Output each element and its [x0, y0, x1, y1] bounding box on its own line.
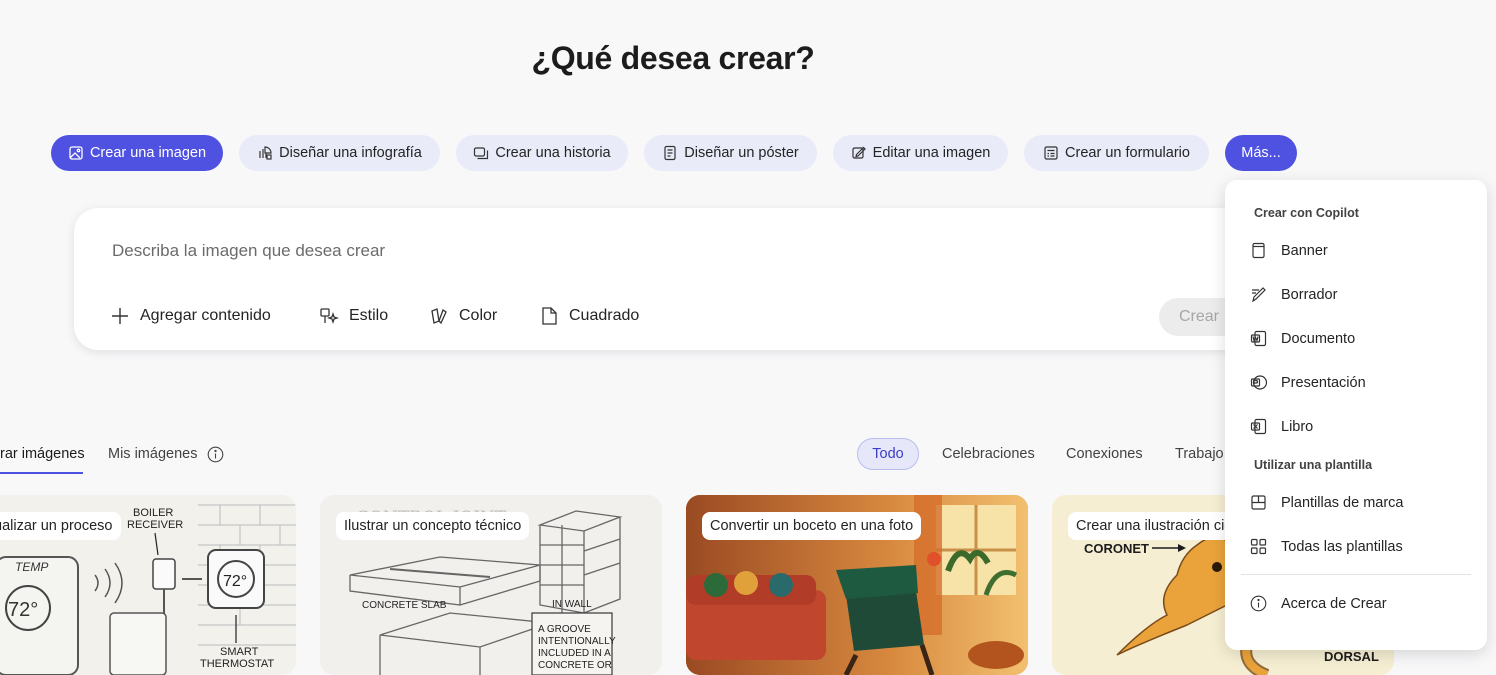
info-icon — [1250, 595, 1267, 612]
smart-text: SMART — [220, 646, 259, 658]
pill-infographic[interactable]: Diseñar una infografía — [239, 135, 440, 171]
menu-item-banner[interactable]: Banner — [1250, 242, 1328, 259]
plus-icon — [112, 308, 128, 324]
aspect-button[interactable]: Cuadrado — [539, 306, 639, 326]
tab-explore[interactable]: rar imágenes — [0, 446, 85, 462]
menu-item-workbook[interactable]: Libro — [1250, 418, 1313, 435]
pill-more[interactable]: Más... — [1225, 135, 1297, 171]
page-title: ¿Qué desea crear? — [531, 40, 815, 76]
thermostat-text: THERMOSTAT — [200, 658, 274, 670]
pill-label: Editar una imagen — [872, 145, 991, 161]
note-line-2: INTENTIONALLY — [538, 636, 616, 647]
add-content-label: Agregar contenido — [140, 307, 271, 324]
pill-edit-image[interactable]: Editar una imagen — [833, 135, 1008, 171]
menu-section-copilot: Crear con Copilot — [1254, 206, 1359, 220]
temp-text: TEMP — [15, 560, 48, 574]
card-label: Ilustrar un concepto técnico — [336, 512, 530, 540]
color-label: Color — [459, 307, 498, 324]
menu-item-label: Banner — [1281, 242, 1328, 259]
menu-item-brand-templates[interactable]: Plantillas de marca — [1250, 494, 1404, 511]
boiler-text: BOILER — [133, 507, 173, 519]
draft-icon — [1252, 287, 1266, 303]
menu-item-label: Acerca de Crear — [1281, 595, 1387, 612]
pill-label: Crear una historia — [495, 145, 611, 161]
form-icon — [1044, 146, 1058, 160]
menu-item-label: Borrador — [1281, 286, 1338, 303]
dorsal-text: DORSAL — [1324, 649, 1379, 664]
temp-value-text: 72° — [8, 599, 38, 621]
pill-label: Crear una imagen — [89, 145, 207, 161]
menu-item-label: Plantillas de marca — [1281, 494, 1404, 511]
pill-label: Diseñar un póster — [684, 145, 799, 161]
card-label: Convertir un boceto en una foto — [702, 512, 922, 540]
prompt-input[interactable]: Describa la imagen que desea crear — [112, 241, 385, 261]
tab-my-images[interactable]: Mis imágenes — [108, 446, 197, 462]
menu-item-about[interactable]: Acerca de Crear — [1250, 595, 1387, 612]
pill-poster[interactable]: Diseñar un póster — [644, 135, 817, 171]
slab-text: CONCRETE SLAB — [362, 600, 447, 611]
more-menu: Crear con Copilot Banner Borrador Docume… — [1225, 180, 1487, 650]
aspect-label: Cuadrado — [569, 307, 640, 324]
receiver-text: RECEIVER — [127, 519, 183, 531]
menu-item-presentation[interactable]: Presentación — [1250, 374, 1366, 391]
menu-item-draft[interactable]: Borrador — [1250, 286, 1337, 303]
square-doc-icon — [542, 307, 557, 325]
prompt-box: Describa la imagen que desea crear Agreg… — [74, 208, 1274, 350]
filter-celebrations[interactable]: Celebraciones — [942, 438, 1035, 470]
menu-item-all-templates[interactable]: Todas las plantillas — [1250, 538, 1403, 555]
pill-label: Crear un formulario — [1065, 145, 1190, 161]
word-icon — [1250, 330, 1267, 347]
tab-active-underline — [0, 472, 83, 474]
all-templates-icon — [1250, 538, 1267, 555]
pill-label: Más... — [1241, 145, 1281, 161]
story-icon — [474, 147, 489, 160]
gallery-card-technical[interactable]: CONTROL JOINT CONCRETE SLAB IN WALL A GR… — [320, 495, 662, 675]
powerpoint-icon — [1250, 375, 1267, 390]
menu-item-label: Documento — [1281, 330, 1356, 347]
menu-section-template: Utilizar una plantilla — [1254, 458, 1373, 472]
pill-form[interactable]: Crear un formulario — [1024, 135, 1209, 171]
card-label: ualizar un proceso — [0, 512, 121, 540]
create-label: Crear — [1179, 308, 1220, 325]
style-label: Estilo — [349, 307, 389, 324]
edit-image-icon — [852, 146, 866, 159]
menu-item-label: Todas las plantillas — [1281, 538, 1403, 555]
note-line-3: INCLUDED IN A — [538, 648, 611, 659]
menu-item-label: Presentación — [1281, 374, 1366, 391]
note-line-1: A GROOVE — [538, 624, 591, 635]
gallery-card-sketch-photo[interactable]: Convertir un boceto en una foto — [686, 495, 1028, 675]
menu-item-label: Libro — [1281, 418, 1314, 435]
filter-work[interactable]: Trabajo — [1175, 438, 1224, 470]
poster-icon — [664, 145, 676, 161]
filter-connections[interactable]: Conexiones — [1066, 438, 1143, 470]
menu-item-document[interactable]: Documento — [1250, 330, 1355, 347]
style-sparkle-icon — [320, 308, 339, 325]
info-icon[interactable] — [207, 446, 224, 463]
pill-story[interactable]: Crear una historia — [456, 135, 628, 171]
pill-create-image[interactable]: Crear una imagen — [51, 135, 223, 171]
image-icon — [69, 146, 83, 160]
style-button[interactable]: Estilo — [319, 306, 388, 326]
banner-icon — [1252, 242, 1265, 259]
color-button[interactable]: Color — [429, 306, 497, 326]
palette-icon — [431, 308, 447, 325]
dial-value-text: 72° — [223, 573, 247, 590]
menu-divider — [1241, 574, 1471, 575]
gallery-card-process[interactable]: TEMP 72° BOILER RECEIVER 72° SMART THERM… — [0, 495, 296, 675]
coronet-text: CORONET — [1084, 541, 1149, 556]
infographic-icon — [259, 146, 272, 160]
brand-templates-icon — [1251, 495, 1266, 510]
wall-text: IN WALL — [552, 599, 592, 610]
pill-label: Diseñar una infografía — [279, 145, 422, 161]
card-label: Crear una ilustración cie — [1068, 512, 1241, 540]
add-content-button[interactable]: Agregar contenido — [110, 306, 271, 326]
filter-all[interactable]: Todo — [857, 438, 919, 470]
note-line-4: CONCRETE OR — [538, 660, 612, 671]
excel-icon — [1250, 418, 1267, 435]
